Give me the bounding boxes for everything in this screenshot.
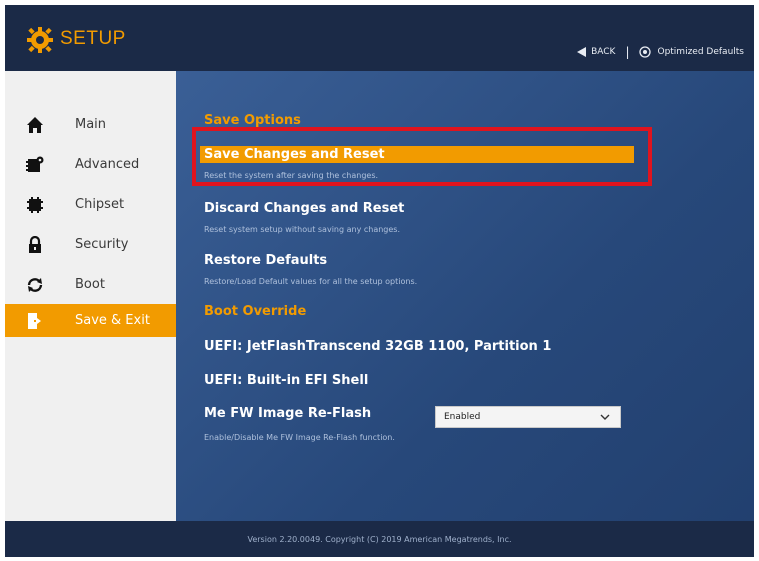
boot-override-item[interactable]: UEFI: JetFlashTranscend 32GB 1100, Parti… (204, 339, 551, 354)
select-value: Enabled (444, 412, 481, 422)
back-arrow-icon[interactable] (577, 47, 587, 57)
header-actions: BACK | Optimized Defaults (577, 45, 744, 59)
boot-override-item[interactable]: UEFI: Built-in EFI Shell (204, 373, 368, 388)
me-fw-reflash-label: Me FW Image Re-Flash (204, 406, 372, 421)
discard-changes-reset-option[interactable]: Discard Changes and Reset (204, 201, 404, 216)
lock-icon (29, 236, 41, 253)
save-changes-reset-option[interactable]: Save Changes and Reset (204, 147, 385, 162)
section-title-save-options: Save Options (204, 113, 301, 128)
sidebar-item-label: Save & Exit (75, 313, 150, 328)
optimized-defaults-icon[interactable] (639, 46, 652, 58)
bios-window: SETUP BACK | Optimized Defaults Main Adv… (5, 5, 754, 557)
me-fw-reflash-desc: Enable/Disable Me FW Image Re-Flash func… (204, 433, 395, 442)
sidebar-item-label: Chipset (75, 197, 125, 212)
section-title-boot-override: Boot Override (204, 304, 307, 319)
home-icon (27, 117, 43, 133)
main-panel: Save Options Save Changes and Reset Rese… (176, 71, 754, 521)
sidebar-item-main[interactable]: Main (5, 108, 176, 141)
me-fw-reflash-select[interactable]: Enabled (435, 406, 621, 428)
optimized-defaults-button[interactable]: Optimized Defaults (657, 47, 744, 57)
header-bar: SETUP BACK | Optimized Defaults (5, 5, 754, 71)
discard-changes-reset-desc: Reset system setup without saving any ch… (204, 225, 401, 234)
sidebar: Main Advanced Chipset Security Boot Save… (5, 71, 176, 521)
sidebar-item-security[interactable]: Security (5, 228, 176, 261)
restore-defaults-option[interactable]: Restore Defaults (204, 253, 327, 268)
sidebar-item-boot[interactable]: Boot (5, 268, 176, 301)
sidebar-item-label: Boot (75, 277, 105, 292)
sidebar-item-chipset[interactable]: Chipset (5, 188, 176, 221)
header-separator: | (625, 45, 630, 59)
sidebar-item-label: Main (75, 117, 107, 132)
sidebar-item-label: Security (75, 237, 129, 252)
exit-door-icon (28, 313, 41, 329)
reboot-icon (27, 278, 43, 292)
footer-bar: Version 2.20.0049. Copyright (C) 2019 Am… (5, 521, 754, 557)
restore-defaults-desc: Restore/Load Default values for all the … (204, 277, 418, 286)
chevron-down-icon (600, 414, 610, 420)
sidebar-item-save-exit[interactable]: Save & Exit (5, 304, 176, 337)
copyright-text: Version 2.20.0049. Copyright (C) 2019 Am… (247, 535, 512, 544)
back-button[interactable]: BACK (591, 47, 615, 57)
setup-gear-icon (27, 27, 53, 53)
chip-icon (27, 197, 43, 213)
sidebar-item-label: Advanced (75, 157, 140, 172)
chip-gear-icon (26, 156, 44, 172)
app-title: SETUP (60, 28, 126, 49)
save-changes-reset-desc: Reset the system after saving the change… (204, 171, 379, 180)
sidebar-item-advanced[interactable]: Advanced (5, 148, 176, 181)
